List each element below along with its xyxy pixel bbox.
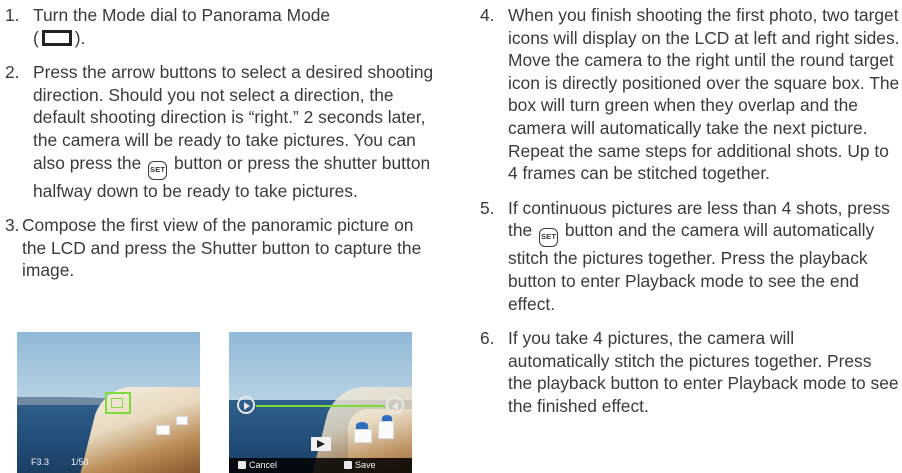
save-softkey: Save [344, 458, 376, 473]
step-1-paren-open: ( [33, 27, 39, 48]
photo-house [378, 421, 394, 439]
step-number: 5. [480, 197, 495, 218]
step-text: If continuous pictures are less than 4 s… [508, 197, 900, 315]
step-5: 5. If continuous pictures are less than … [480, 197, 900, 315]
right-column: 4. When you finish shooting the first ph… [480, 4, 900, 430]
step-2: 2. Press the arrow buttons to select a d… [5, 61, 435, 202]
step-text: Turn the Mode dial to Panorama Mode (). [33, 4, 435, 49]
set-button-icon: SET [539, 228, 559, 248]
step-number: 2. [5, 62, 20, 83]
step-number: 1. [5, 5, 20, 25]
panorama-mode-icon [41, 29, 72, 46]
set-key-icon [344, 461, 352, 469]
set-button-icon: SET [148, 160, 168, 180]
lcd-preview-first-shot: F3.3 1/50 [17, 332, 200, 473]
step-1-text: Turn the Mode dial to Panorama Mode [33, 5, 331, 25]
step-1: 1. Turn the Mode dial to Panorama Mode (… [5, 4, 435, 49]
step-text: Press the arrow buttons to select a desi… [33, 61, 435, 202]
cancel-label: Cancel [249, 460, 278, 470]
save-label: Save [355, 460, 376, 470]
photo-house [156, 425, 170, 435]
left-target-icon [237, 396, 255, 414]
direction-arrow-icon [311, 437, 331, 451]
photo-blue-dome [356, 422, 368, 429]
aperture-readout: F3.3 [31, 457, 50, 467]
photo-house [176, 416, 188, 425]
down-key-icon [238, 461, 246, 469]
step-number: 6. [480, 328, 495, 349]
cancel-softkey: Cancel [238, 458, 277, 473]
step-1-paren-close: ). [74, 27, 86, 48]
alignment-guide-line [256, 405, 385, 407]
step-text: When you finish shooting the first photo… [508, 5, 900, 184]
left-column: 1. Turn the Mode dial to Panorama Mode (… [5, 4, 435, 294]
step-5-text-b: button and the camera will automatically… [508, 220, 875, 314]
step-3: 3. Compose the first view of the panoram… [5, 214, 435, 282]
step-text: Compose the first view of the panoramic … [22, 215, 422, 281]
focus-frame-inner [111, 398, 123, 408]
step-6: 6. If you take 4 pictures, the camera wi… [480, 327, 900, 417]
step-number: 3. [5, 215, 20, 236]
photo-house [354, 429, 372, 443]
photo-blue-dome [382, 415, 392, 421]
step-4: 4. When you finish shooting the first ph… [480, 4, 900, 185]
step-text: If you take 4 pictures, the camera will … [508, 328, 899, 416]
shutter-speed-readout: 1/50 [71, 457, 89, 467]
lcd-preview-stitching: Cancel Save [229, 332, 412, 473]
right-target-icon [386, 396, 404, 414]
softkey-bar: Cancel Save [229, 458, 412, 473]
step-number: 4. [480, 5, 495, 25]
